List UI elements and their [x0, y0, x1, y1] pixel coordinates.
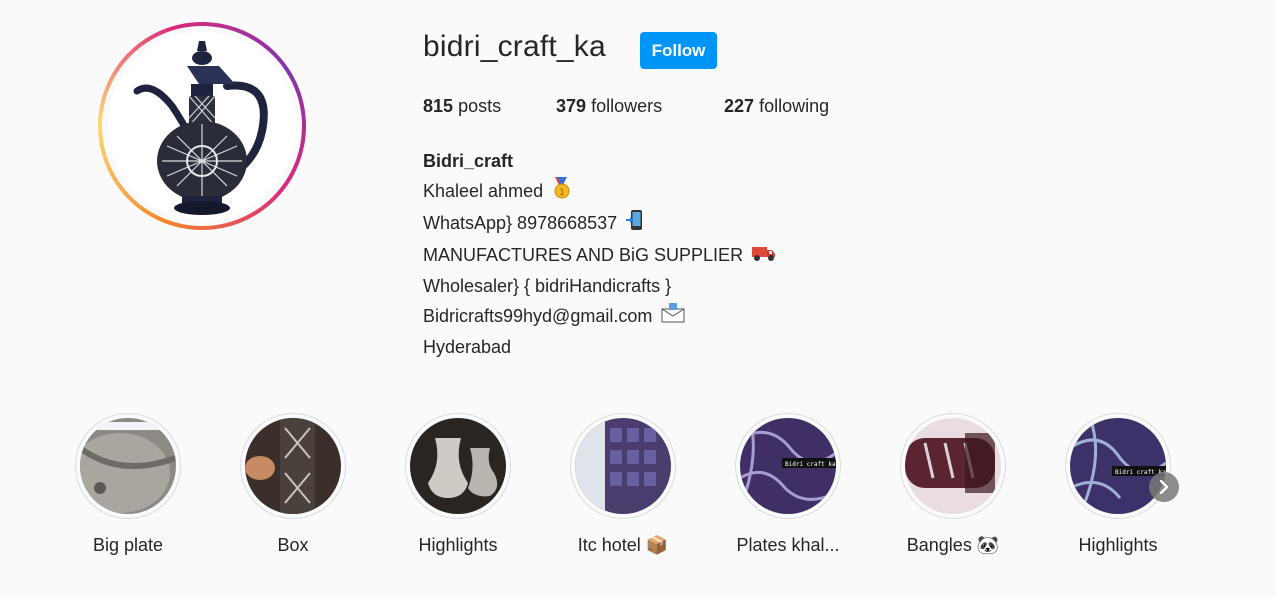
bio-whatsapp-text: WhatsApp} 8978668537: [423, 212, 618, 233]
profile-bio: Bidri_craft Khaleel ahmed 1 WhatsApp} 89…: [423, 146, 776, 362]
highlight-bangles[interactable]: Bangles 🐼: [883, 413, 1023, 556]
avatar-inner: [102, 26, 302, 226]
highlight-label: Big plate: [92, 535, 164, 555]
bidri-jug-icon: [133, 41, 268, 215]
bio-line-wholesaler: Wholesaler} { bidriHandicrafts }: [423, 275, 672, 296]
highlight-label: Itc hotel 📦: [577, 535, 669, 555]
profile-username: bidri_craft_ka: [423, 30, 606, 63]
medal-icon: 1: [552, 176, 572, 208]
highlight-label: Highlights: [1078, 535, 1158, 555]
highlight-ring: Bidri craft ka: [735, 413, 841, 519]
highlight-box[interactable]: Box: [223, 413, 363, 556]
posts-count: 815: [423, 96, 454, 116]
following-stat[interactable]: 227 following: [724, 96, 829, 117]
highlight-label: Plates khal...: [736, 535, 840, 555]
highlights-next-button[interactable]: [1149, 472, 1179, 502]
highlight-ring: [405, 413, 511, 519]
bio-name: Bidri_craft: [423, 151, 514, 171]
highlight-label: Box: [277, 535, 309, 555]
mobile-phone-icon: [626, 209, 644, 240]
highlight-big-plate[interactable]: Big plate: [58, 413, 198, 556]
followers-count: 379: [556, 96, 587, 116]
highlight-plates[interactable]: Bidri craft ka Plates khal...: [718, 413, 858, 556]
highlight-thumbnail: [575, 418, 671, 514]
followers-stat[interactable]: 379 followers: [556, 96, 662, 117]
bio-line-location: Hyderabad: [423, 337, 512, 357]
truck-icon: [752, 241, 776, 271]
bio-line-owner: Khaleel ahmed 1: [423, 176, 776, 208]
bio-line-whatsapp: WhatsApp} 8978668537: [423, 208, 776, 240]
highlight-label: Highlights: [418, 535, 498, 555]
highlight-label: Bangles 🐼: [906, 535, 1000, 555]
highlight-thumbnail: [245, 418, 341, 514]
envelope-icon: [661, 302, 685, 332]
following-count: 227: [724, 96, 755, 116]
highlight-ring: [75, 413, 181, 519]
posts-label: posts: [458, 96, 502, 116]
highlight-ring: [570, 413, 676, 519]
highlight-ring: Bidri craft ka: [1065, 413, 1171, 519]
highlight-thumbnail: [905, 418, 1001, 514]
profile-avatar-ring[interactable]: [98, 22, 306, 230]
highlight-ring: [900, 413, 1006, 519]
highlight-ring: [240, 413, 346, 519]
bio-line-email: Bidricrafts99hyd@gmail.com: [423, 301, 776, 332]
chevron-right-icon: [1159, 480, 1169, 494]
highlight-thumbnail: [80, 418, 176, 514]
posts-stat: 815 posts: [423, 96, 501, 117]
avatar[interactable]: [108, 32, 296, 220]
watermark-text: Bidri craft ka: [785, 461, 836, 468]
bio-supplier-text: MANUFACTURES AND BiG SUPPLIER: [423, 244, 744, 265]
highlight-thumbnail: Bidri craft ka: [1070, 418, 1166, 514]
highlight-highlights-1[interactable]: Highlights: [388, 413, 528, 556]
svg-text:1: 1: [559, 188, 565, 198]
highlight-thumbnail: Bidri craft ka: [740, 418, 836, 514]
followers-label: followers: [591, 96, 663, 116]
highlight-itc-hotel[interactable]: Itc hotel 📦: [553, 413, 693, 556]
follow-button[interactable]: Follow: [640, 32, 717, 69]
bio-owner-text: Khaleel ahmed: [423, 181, 544, 201]
bio-email-text[interactable]: Bidricrafts99hyd@gmail.com: [423, 306, 652, 326]
following-label: following: [759, 96, 830, 116]
highlight-thumbnail: [410, 418, 506, 514]
bio-line-supplier: MANUFACTURES AND BiG SUPPLIER: [423, 240, 776, 271]
